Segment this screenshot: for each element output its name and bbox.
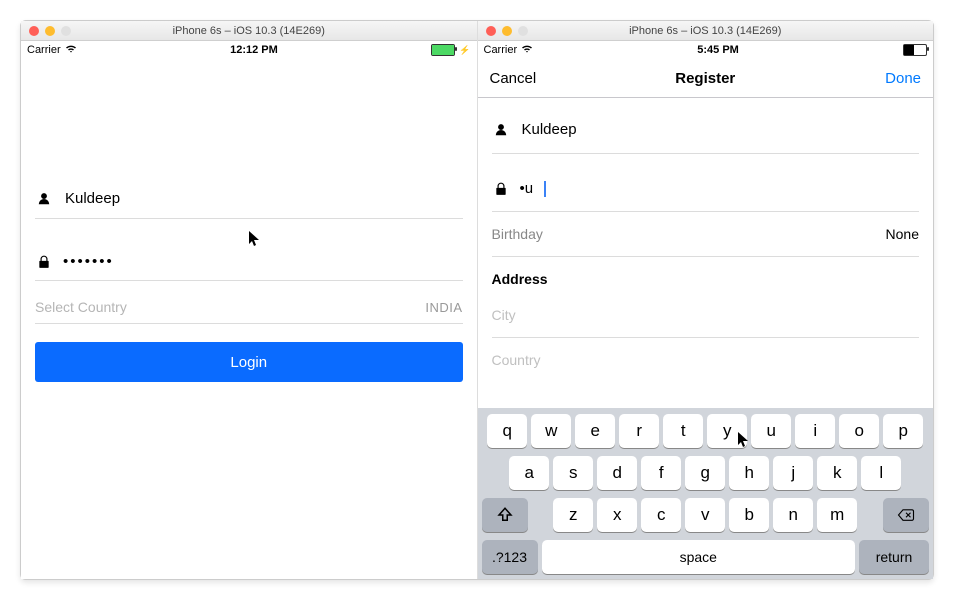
lock-icon <box>492 182 510 196</box>
address-row: Address <box>492 257 920 293</box>
user-icon <box>492 123 510 137</box>
country-placeholder: Country <box>492 352 541 368</box>
login-button[interactable]: Login <box>35 342 463 382</box>
key-a[interactable]: a <box>509 456 549 490</box>
key-e[interactable]: e <box>575 414 615 448</box>
ios-keyboard: qwertyuiop asdfghjkl zxcvbnm .?123 space… <box>478 408 934 579</box>
key-y[interactable]: y <box>707 414 747 448</box>
key-t[interactable]: t <box>663 414 703 448</box>
window-title: iPhone 6s – iOS 10.3 (14E269) <box>21 25 477 37</box>
nav-title: Register <box>478 70 934 87</box>
carrier-label: Carrier <box>27 44 61 56</box>
key-g[interactable]: g <box>685 456 725 490</box>
password-masked: ••••••• <box>63 253 114 270</box>
simulator-register: iPhone 6s – iOS 10.3 (14E269) Carrier 5:… <box>477 21 934 579</box>
shift-key[interactable] <box>482 498 528 532</box>
window-titlebar: iPhone 6s – iOS 10.3 (14E269) <box>21 21 477 41</box>
key-u[interactable]: u <box>751 414 791 448</box>
keyboard-row-3: zxcvbnm <box>482 498 930 532</box>
battery-icon <box>431 44 455 56</box>
country-field[interactable]: Country <box>492 338 920 382</box>
password-display: •u <box>520 180 534 197</box>
key-o[interactable]: o <box>839 414 879 448</box>
wifi-icon <box>521 44 533 57</box>
password-field[interactable]: ••••••• <box>35 243 463 281</box>
username-input[interactable] <box>63 189 463 208</box>
birthday-label: Birthday <box>492 226 543 242</box>
done-button[interactable]: Done <box>885 70 921 87</box>
city-field[interactable]: City <box>492 293 920 338</box>
status-time: 12:12 PM <box>230 44 278 56</box>
key-r[interactable]: r <box>619 414 659 448</box>
key-z[interactable]: z <box>553 498 593 532</box>
charging-icon: ⚡ <box>459 45 470 56</box>
key-h[interactable]: h <box>729 456 769 490</box>
simulator-login: iPhone 6s – iOS 10.3 (14E269) Carrier 12… <box>21 21 477 579</box>
carrier-label: Carrier <box>484 44 518 56</box>
key-k[interactable]: k <box>817 456 857 490</box>
key-i[interactable]: i <box>795 414 835 448</box>
selected-country-value: INDIA <box>425 300 462 315</box>
select-country-label: Select Country <box>35 299 127 315</box>
city-placeholder: City <box>492 307 516 323</box>
numbers-key[interactable]: .?123 <box>482 540 538 574</box>
keyboard-row-2: asdfghjkl <box>482 456 930 490</box>
wifi-icon <box>65 44 77 57</box>
key-n[interactable]: n <box>773 498 813 532</box>
key-w[interactable]: w <box>531 414 571 448</box>
keyboard-row-4: .?123 space return <box>482 540 930 574</box>
username-field[interactable] <box>35 179 463 219</box>
keyboard-row-1: qwertyuiop <box>482 414 930 448</box>
key-p[interactable]: p <box>883 414 923 448</box>
backspace-key[interactable] <box>883 498 929 532</box>
key-l[interactable]: l <box>861 456 901 490</box>
key-v[interactable]: v <box>685 498 725 532</box>
key-q[interactable]: q <box>487 414 527 448</box>
username-input[interactable] <box>520 120 920 139</box>
address-label: Address <box>492 271 548 287</box>
user-icon <box>35 192 53 206</box>
key-b[interactable]: b <box>729 498 769 532</box>
key-j[interactable]: j <box>773 456 813 490</box>
select-country-row[interactable]: Select Country INDIA <box>35 281 463 324</box>
status-bar: Carrier 5:45 PM <box>478 41 934 59</box>
key-x[interactable]: x <box>597 498 637 532</box>
birthday-row[interactable]: Birthday None <box>492 212 920 257</box>
birthday-value: None <box>886 226 919 242</box>
status-bar: Carrier 12:12 PM ⚡ <box>21 41 477 59</box>
register-form: •u Birthday None Address City Country qw… <box>478 98 934 579</box>
key-m[interactable]: m <box>817 498 857 532</box>
key-f[interactable]: f <box>641 456 681 490</box>
username-field[interactable] <box>492 106 920 154</box>
login-button-label: Login <box>230 354 267 371</box>
return-key[interactable]: return <box>859 540 929 574</box>
key-d[interactable]: d <box>597 456 637 490</box>
cancel-button[interactable]: Cancel <box>490 70 537 87</box>
window-title: iPhone 6s – iOS 10.3 (14E269) <box>478 25 934 37</box>
key-c[interactable]: c <box>641 498 681 532</box>
password-field[interactable]: •u <box>492 166 920 212</box>
text-caret <box>544 181 546 197</box>
lock-icon <box>35 255 53 269</box>
key-s[interactable]: s <box>553 456 593 490</box>
space-key[interactable]: space <box>542 540 856 574</box>
window-titlebar: iPhone 6s – iOS 10.3 (14E269) <box>478 21 934 41</box>
nav-bar: Cancel Register Done <box>478 59 934 98</box>
login-form: ••••••• Select Country INDIA Login <box>21 59 477 579</box>
status-time: 5:45 PM <box>697 44 739 56</box>
battery-icon <box>903 44 927 56</box>
